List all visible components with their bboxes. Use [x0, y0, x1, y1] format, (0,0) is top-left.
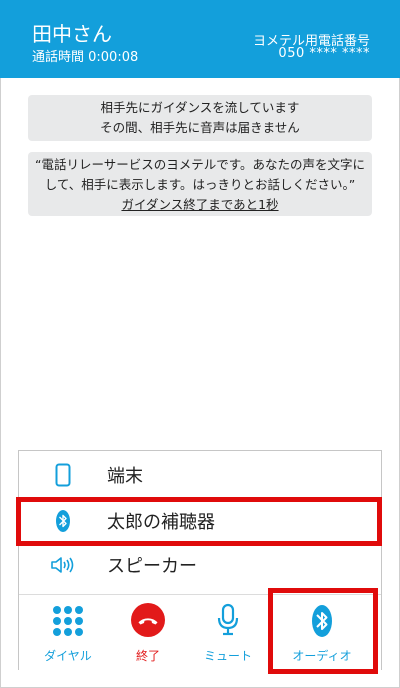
dial-button[interactable]: ダイヤル: [23, 595, 113, 670]
call-header: 田中さん 通話時間 0:00:08 ヨメテル用電話番号 050 **** ***…: [0, 0, 400, 78]
audio-option-speaker[interactable]: スピーカー: [19, 542, 381, 588]
audio-button-highlight: [268, 588, 378, 674]
guidance-message-bubble: “電話リレーサービスのヨメテルです。あなたの声を文字に して、相手に表示します。…: [28, 152, 372, 216]
audio-option-label: スピーカー: [107, 556, 197, 577]
phone-device-icon: [19, 463, 107, 487]
hang-up-icon: [131, 603, 165, 641]
mute-label: ミュート: [203, 649, 252, 663]
service-number-value: 050 **** ****: [278, 46, 370, 61]
microphone-icon: [216, 603, 240, 641]
end-call-button[interactable]: 終了: [103, 595, 193, 670]
notice-line-1: 相手先にガイダンスを流しています: [100, 100, 300, 115]
guidance-notice-bubble: 相手先にガイダンスを流しています その間、相手先に音声は届きません: [28, 95, 372, 141]
guidance-line-2: して、相手に表示します。はっきりとお話しください。”: [44, 177, 356, 192]
end-call-label: 終了: [135, 649, 160, 663]
guidance-line-1: “電話リレーサービスのヨメテルです。あなたの声を文字に: [35, 157, 365, 172]
guidance-countdown: ガイダンス終了まであと1秒: [121, 197, 279, 212]
audio-option-label: 端末: [107, 466, 143, 487]
hearing-aid-highlight: [16, 497, 382, 546]
audio-option-device[interactable]: 端末: [19, 452, 381, 499]
mute-button[interactable]: ミュート: [183, 595, 273, 670]
dial-label: ダイヤル: [44, 649, 92, 663]
caller-name: 田中さん: [32, 22, 112, 46]
keypad-icon: [52, 605, 84, 641]
speaker-icon: [19, 555, 107, 575]
notice-line-2: その間、相手先に音声は届きません: [100, 120, 300, 135]
call-duration: 通話時間 0:00:08: [32, 50, 139, 65]
